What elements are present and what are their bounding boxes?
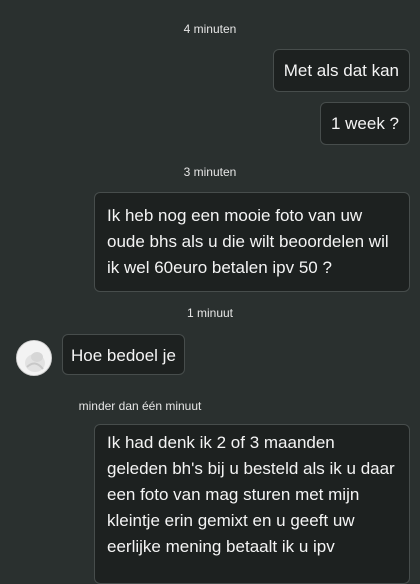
outgoing-message[interactable]: Ik had denk ik 2 of 3 maanden geleden bh…: [94, 424, 410, 584]
chat-timestamp: 1 minuut: [186, 306, 234, 320]
outgoing-message[interactable]: 1 week ?: [319, 102, 410, 145]
chat-timestamp: 3 minuten: [183, 165, 237, 179]
chat-timestamp: minder dan één minuut: [78, 399, 202, 413]
avatar-image-icon: [17, 341, 51, 375]
outgoing-message[interactable]: Ik heb nog een mooie foto van uw oude bh…: [94, 192, 410, 292]
outgoing-message[interactable]: Met als dat kan: [272, 49, 410, 92]
chat-timestamp: 4 minuten: [183, 22, 237, 36]
incoming-message[interactable]: Hoe bedoel je: [62, 334, 185, 375]
avatar[interactable]: [16, 340, 52, 376]
